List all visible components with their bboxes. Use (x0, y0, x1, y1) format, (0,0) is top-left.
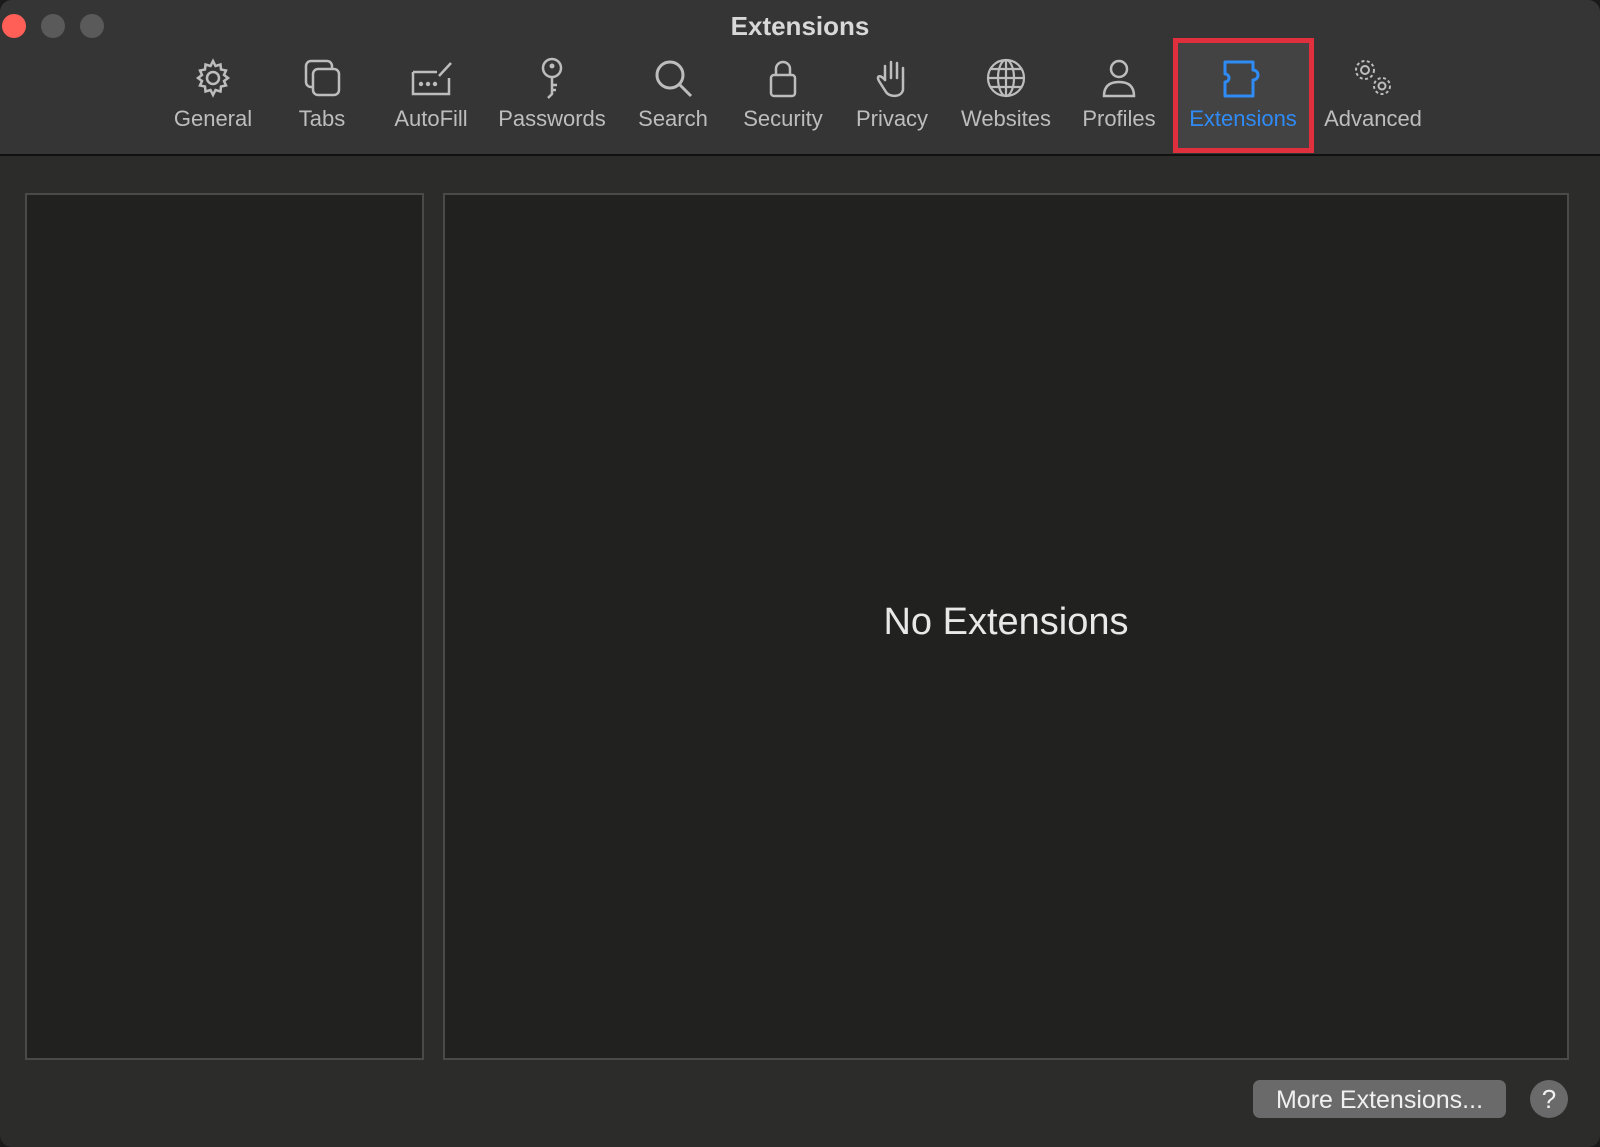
tab-label: Profiles (1082, 106, 1156, 131)
tab-label: Privacy (855, 106, 929, 131)
toolbar: Extensions General Tabs AutoFill Passwor… (0, 0, 1600, 156)
tab-label: Search (638, 106, 708, 131)
key-icon (530, 56, 574, 100)
tab-general[interactable]: General (168, 56, 258, 136)
tab-label: Security (743, 106, 823, 131)
tab-label: Websites (960, 106, 1052, 131)
tab-label: Advanced (1324, 106, 1422, 131)
tab-tabs[interactable]: Tabs (290, 56, 354, 136)
tab-autofill[interactable]: AutoFill (388, 56, 474, 136)
tab-websites[interactable]: Websites (957, 56, 1055, 136)
gears-icon (1351, 56, 1395, 100)
tab-label: AutoFill (394, 106, 468, 131)
search-icon (651, 56, 695, 100)
puzzle-icon (1221, 56, 1265, 100)
hand-icon (870, 56, 914, 100)
window-title: Extensions (730, 11, 870, 41)
tab-profiles[interactable]: Profiles (1078, 56, 1160, 136)
tab-security[interactable]: Security (740, 56, 826, 136)
tab-advanced[interactable]: Advanced (1322, 56, 1424, 136)
tab-label: Extensions (1189, 106, 1297, 131)
globe-icon (984, 56, 1028, 100)
person-icon (1097, 56, 1141, 100)
tab-privacy[interactable]: Privacy (853, 56, 931, 136)
extension-detail-pane: No Extensions (443, 193, 1569, 1060)
lock-icon (761, 56, 805, 100)
autofill-icon (409, 56, 453, 100)
tab-label: Passwords (498, 106, 606, 131)
more-extensions-button[interactable]: More Extensions... (1253, 1080, 1506, 1118)
help-button[interactable]: ? (1530, 1080, 1568, 1118)
preferences-window: Extensions General Tabs AutoFill Passwor… (0, 0, 1600, 1147)
empty-state-message: No Extensions (883, 601, 1129, 643)
extensions-list[interactable] (25, 193, 424, 1060)
tabs-icon (300, 56, 344, 100)
tab-label: General (173, 106, 253, 131)
tab-passwords[interactable]: Passwords (496, 56, 608, 136)
tab-label: Tabs (298, 106, 346, 131)
gear-icon (191, 56, 235, 100)
tab-search[interactable]: Search (636, 56, 710, 136)
tab-extensions[interactable]: Extensions (1186, 56, 1300, 136)
